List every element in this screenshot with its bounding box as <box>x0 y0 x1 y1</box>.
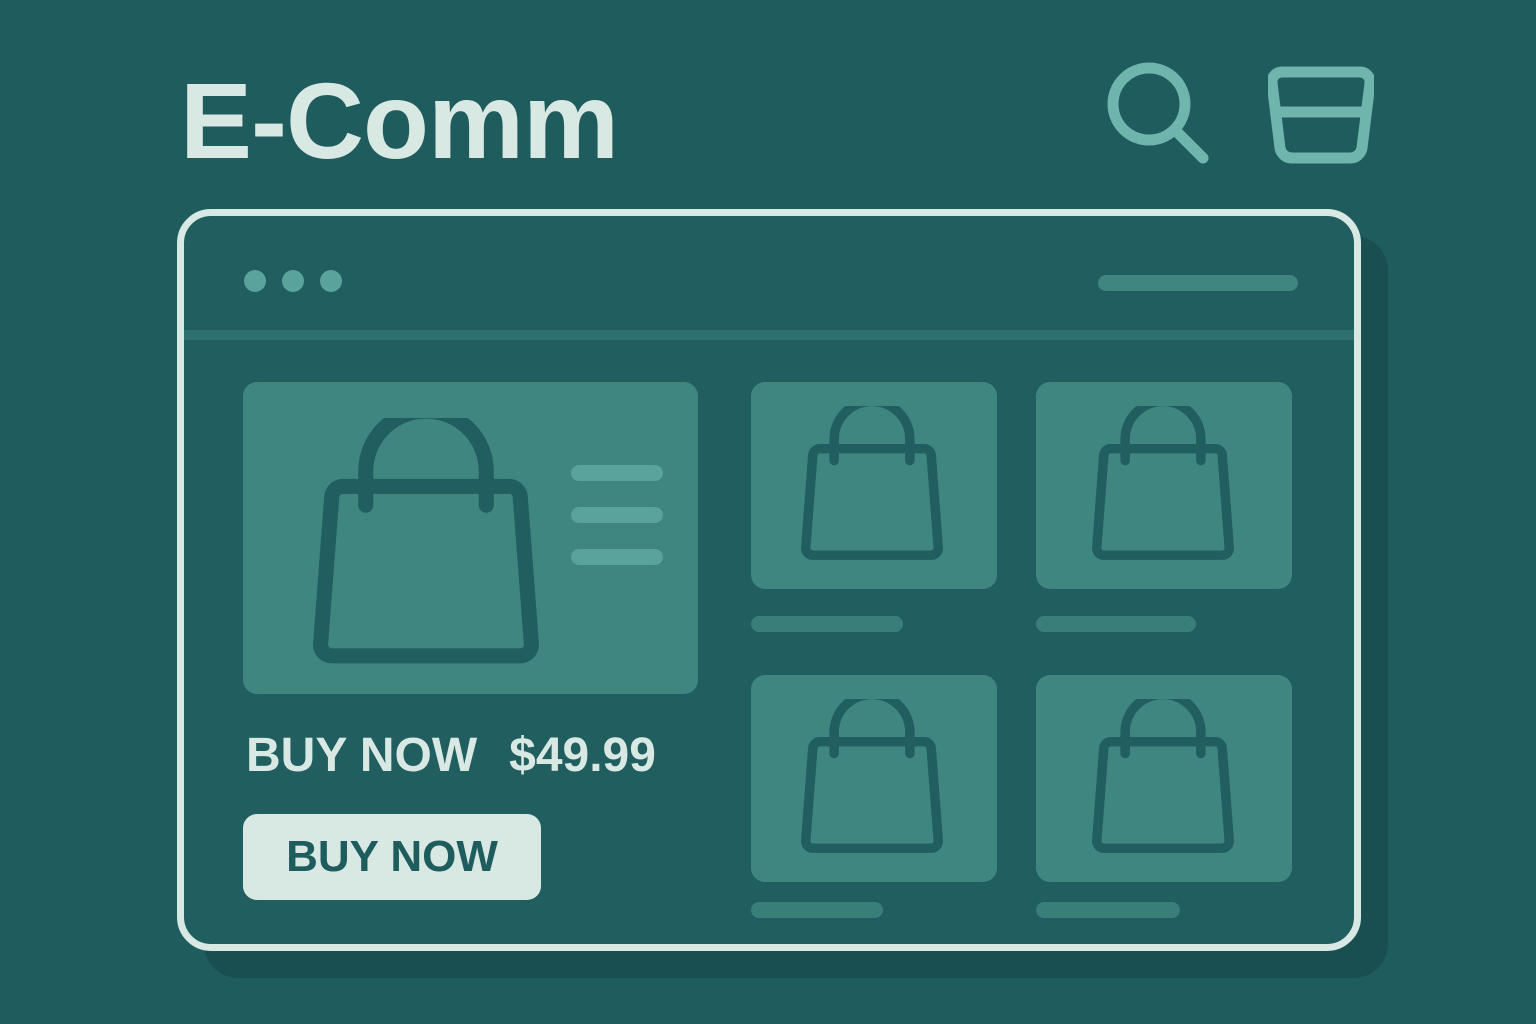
shopping-bag-icon <box>313 418 539 664</box>
product-title-placeholder <box>1036 902 1180 918</box>
product-title-placeholder <box>751 616 903 632</box>
product-card[interactable] <box>1036 382 1292 589</box>
price: $49.99 <box>509 729 656 782</box>
search-icon[interactable] <box>1105 60 1215 170</box>
window-dot <box>244 270 266 292</box>
toolbar-divider <box>184 330 1354 340</box>
address-bar[interactable] <box>1098 275 1298 291</box>
headline-text: BUY NOW <box>246 729 478 782</box>
text-placeholder <box>571 549 663 565</box>
text-placeholder <box>571 465 663 481</box>
featured-headline: BUY NOW $49.99 <box>246 728 656 783</box>
product-card[interactable] <box>751 675 997 882</box>
product-card[interactable] <box>1036 675 1292 882</box>
window-dot <box>320 270 342 292</box>
featured-product-card[interactable] <box>243 382 698 694</box>
shopping-bag-icon <box>801 406 943 560</box>
logo[interactable]: E-Comm <box>180 58 619 183</box>
shopping-bag-icon <box>1092 699 1234 853</box>
product-title-placeholder <box>1036 616 1196 632</box>
shopping-bag-icon <box>801 699 943 853</box>
text-placeholder <box>571 507 663 523</box>
buy-now-button[interactable]: BUY NOW <box>243 814 541 900</box>
product-card[interactable] <box>751 382 997 589</box>
window-dot <box>282 270 304 292</box>
shopping-basket-icon[interactable] <box>1268 66 1374 166</box>
browser-window: BUY NOW $49.99 BUY NOW <box>177 209 1361 951</box>
shopping-bag-icon <box>1092 406 1234 560</box>
product-title-placeholder <box>751 902 883 918</box>
